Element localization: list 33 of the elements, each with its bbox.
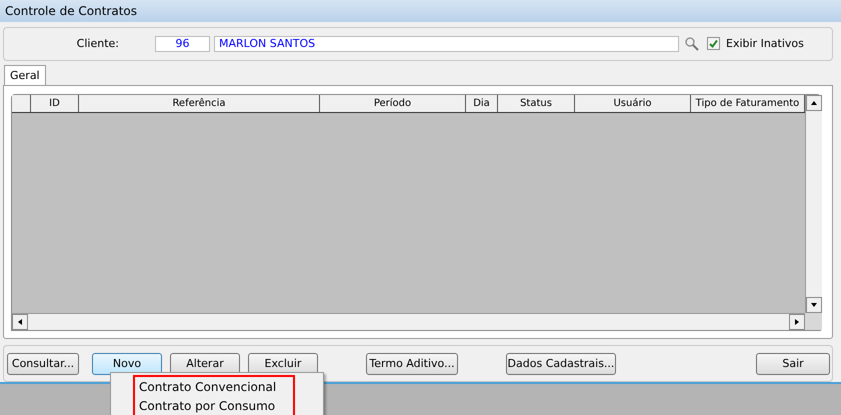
action-button[interactable]: Alterar — [170, 352, 240, 375]
scroll-arrow-button[interactable] — [806, 94, 822, 111]
show-inactive-label: Exibir Inativos — [726, 37, 804, 50]
window-title: Controle de Contratos — [5, 4, 138, 18]
column-header[interactable]: Referência — [79, 94, 320, 112]
triangle-icon — [793, 318, 801, 326]
scrollbar-corner — [805, 312, 822, 330]
column-header[interactable]: Dia — [466, 94, 498, 112]
menu-item[interactable]: Contrato Convencional — [139, 377, 289, 396]
action-button[interactable]: Termo Aditivo... — [366, 352, 458, 375]
search-icon[interactable] — [685, 36, 699, 51]
triangle-icon — [16, 318, 24, 326]
action-button[interactable]: Sair — [756, 352, 830, 375]
triangle-icon — [810, 300, 818, 309]
menu-item[interactable]: Contrato por Consumo — [139, 396, 289, 415]
vertical-scrollbar[interactable] — [805, 94, 822, 313]
horizontal-scrollbar[interactable] — [12, 312, 805, 330]
column-header[interactable]: ID — [31, 94, 79, 112]
scroll-arrow-button[interactable] — [789, 314, 805, 330]
column-header[interactable]: Usuário — [575, 94, 691, 112]
action-button[interactable]: Novo — [92, 352, 162, 375]
client-code-field[interactable]: 96 — [155, 36, 210, 52]
triangle-icon — [810, 98, 818, 107]
action-button[interactable]: Excluir — [248, 352, 318, 375]
scroll-arrow-button[interactable] — [806, 296, 822, 313]
tab[interactable]: Geral — [4, 64, 46, 85]
column-header[interactable]: Status — [498, 94, 575, 112]
client-label: Cliente: — [76, 37, 119, 50]
client-name-field[interactable]: MARLON SANTOS — [214, 36, 679, 52]
action-button[interactable]: Consultar... — [7, 352, 79, 375]
column-header[interactable]: Período — [320, 94, 466, 112]
action-button[interactable]: Dados Cadastrais... — [506, 352, 616, 375]
scroll-arrow-button[interactable] — [12, 314, 28, 330]
